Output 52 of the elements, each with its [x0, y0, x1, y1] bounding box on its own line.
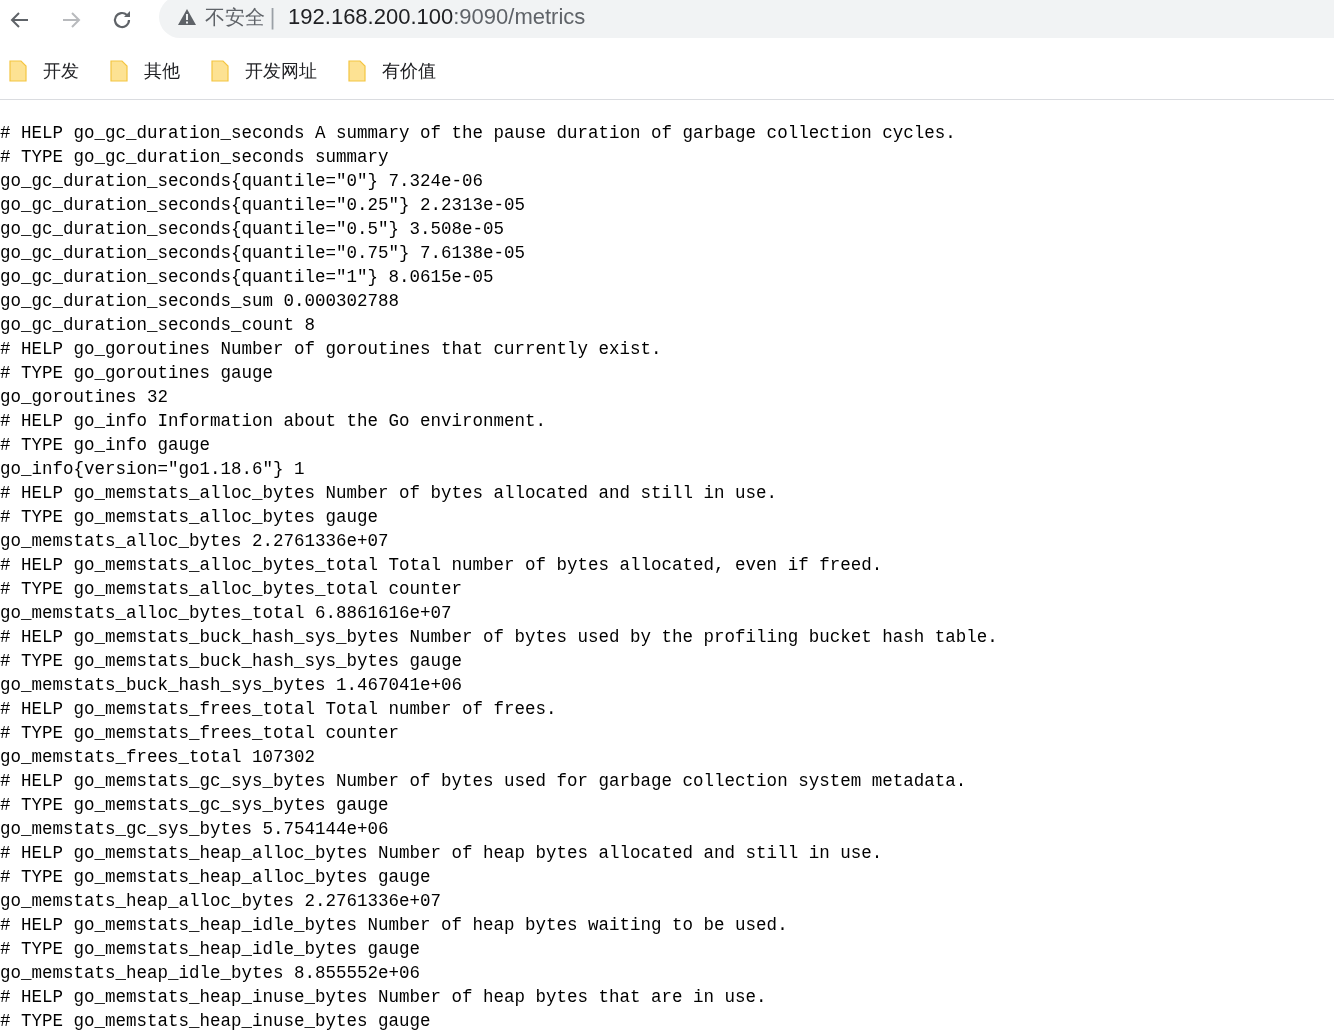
metrics-text-line: # TYPE go_gc_duration_seconds summary [0, 146, 390, 169]
metrics-text-line: # HELP go_memstats_alloc_bytes_total Total number of bytes allocated, even if freed. [0, 554, 884, 577]
metrics-text-line: # HELP go_memstats_heap_idle_bytes Number of heap bytes waiting to be used. [0, 914, 789, 937]
metrics-text-line: go_memstats_heap_alloc_bytes 2.2761336e+07 [0, 890, 443, 913]
metrics-text-line: # HELP go_gc_duration_seconds A summary of the pause duration of garbage collection cycles. [0, 122, 957, 145]
bookmark-folder[interactable]: 其他 [110, 58, 180, 83]
folder-icon [9, 59, 27, 82]
metrics-text-line: # TYPE go_goroutines gauge [0, 362, 275, 385]
metrics-text-line: go_memstats_gc_sys_bytes 5.754144e+06 [0, 818, 390, 841]
folder-icon [348, 59, 366, 82]
metrics-text-line: # TYPE go_memstats_heap_inuse_bytes gauge [0, 1010, 432, 1033]
metrics-text-line: go_goroutines 32 [0, 386, 170, 409]
metrics-text-line: go_memstats_alloc_bytes 2.2761336e+07 [0, 530, 390, 553]
security-label: 不安全 [205, 3, 265, 31]
metrics-text-line: go_memstats_buck_hash_sys_bytes 1.467041e+06 [0, 674, 464, 697]
metrics-text-line: go_gc_duration_seconds{quantile="0.25"} 2.2313e-05 [0, 194, 527, 217]
metrics-text-line: # HELP go_memstats_heap_alloc_bytes Number of heap bytes allocated and still in use. [0, 842, 884, 865]
metrics-text-line: # TYPE go_memstats_gc_sys_bytes gauge [0, 794, 390, 817]
metrics-text-line: # HELP go_memstats_gc_sys_bytes Number of bytes used for garbage collection system metadata. [0, 770, 968, 793]
metrics-text-line: go_gc_duration_seconds{quantile="1"} 8.0615e-05 [0, 266, 495, 289]
folder-icon [211, 59, 229, 82]
metrics-text-line: # TYPE go_info gauge [0, 434, 212, 457]
metrics-text-line: go_gc_duration_seconds{quantile="0"} 7.324e-06 [0, 170, 485, 193]
metrics-text-line: # HELP go_info Information about the Go environment. [0, 410, 548, 433]
metrics-text-line: # HELP go_memstats_buck_hash_sys_bytes Number of bytes used by the profiling bucket hash table. [0, 626, 999, 649]
metrics-text-line: go_gc_duration_seconds_count 8 [0, 314, 317, 337]
metrics-text-line: # HELP go_memstats_frees_total Total number of frees. [0, 698, 558, 721]
metrics-text-line: # TYPE go_memstats_alloc_bytes_total counter [0, 578, 464, 601]
bookmark-folder[interactable]: 开发网址 [211, 58, 317, 83]
folder-icon [110, 59, 128, 82]
metrics-text-line: go_gc_duration_seconds_sum 0.000302788 [0, 290, 401, 313]
metrics-text-line: # TYPE go_memstats_buck_hash_sys_bytes gauge [0, 650, 464, 673]
metrics-text-line: # TYPE go_memstats_heap_idle_bytes gauge [0, 938, 422, 961]
metrics-text-line: # TYPE go_memstats_heap_alloc_bytes gauge [0, 866, 432, 889]
metrics-text-line: # TYPE go_memstats_frees_total counter [0, 722, 401, 745]
metrics-text-line: # HELP go_memstats_alloc_bytes Number of bytes allocated and still in use. [0, 482, 779, 505]
metrics-text-line: # HELP go_memstats_heap_inuse_bytes Number of heap bytes that are in use. [0, 986, 768, 1009]
metrics-text-line: # TYPE go_memstats_alloc_bytes gauge [0, 506, 380, 529]
address-bar[interactable]: 不安全 | 192.168.200.100:9090/metrics [159, 0, 1334, 38]
metrics-text-line: go_gc_duration_seconds{quantile="0.5"} 3.508e-05 [0, 218, 506, 241]
metrics-text-line: go_memstats_alloc_bytes_total 6.8861616e+07 [0, 602, 453, 625]
url-host: 192.168.200.100 [288, 4, 454, 30]
bookmark-folder[interactable]: 开发 [9, 58, 79, 83]
metrics-text-line: go_memstats_frees_total 107302 [0, 746, 317, 769]
url-path: :9090/metrics [453, 4, 586, 30]
separator: | [269, 5, 277, 29]
metrics-text-line: go_info{version="go1.18.6"} 1 [0, 458, 306, 481]
warning-icon [177, 8, 197, 26]
metrics-text-line: go_memstats_heap_idle_bytes 8.855552e+06 [0, 962, 422, 985]
metrics-text-line: go_gc_duration_seconds{quantile="0.75"} 7.6138e-05 [0, 242, 527, 265]
bookmark-folder[interactable]: 有价值 [348, 58, 436, 83]
metrics-text-line: # HELP go_goroutines Number of goroutines that currently exist. [0, 338, 663, 361]
